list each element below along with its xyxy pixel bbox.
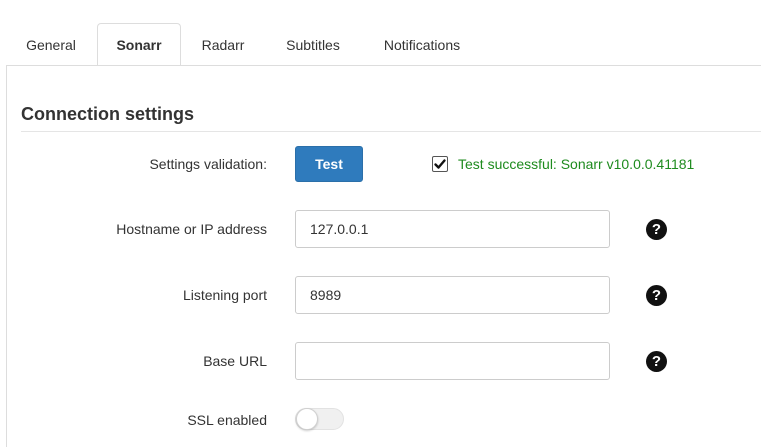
port-input[interactable] (295, 276, 610, 314)
port-label: Listening port (182, 287, 267, 303)
question-circle-icon[interactable]: ? (646, 285, 667, 306)
settings-validation-label: Settings validation: (149, 156, 267, 172)
tab-sonarr[interactable]: Sonarr (97, 23, 181, 66)
question-circle-icon[interactable]: ? (646, 351, 667, 372)
tab-notifications[interactable]: Notifications (370, 24, 474, 65)
tabs-divider (6, 65, 761, 66)
test-button[interactable]: Test (295, 146, 363, 182)
hostname-label: Hostname or IP address (116, 221, 267, 237)
section-divider (21, 131, 761, 132)
hostname-input[interactable] (295, 210, 610, 248)
validation-checkbox (432, 156, 448, 172)
base-url-label: Base URL (203, 353, 267, 369)
ssl-toggle[interactable] (295, 408, 344, 430)
section-title: Connection settings (21, 104, 195, 124)
validation-status: Test successful: Sonarr v10.0.0.41181 (458, 156, 695, 172)
ssl-label: SSL enabled (187, 412, 267, 428)
question-circle-icon[interactable]: ? (646, 219, 667, 240)
toggle-knob (296, 408, 318, 430)
settings-tabs: General Sonarr Radarr Subtitles Notifica… (0, 0, 761, 66)
tab-general[interactable]: General (14, 24, 88, 65)
base-url-input[interactable] (295, 342, 610, 380)
tab-radarr[interactable]: Radarr (190, 24, 256, 65)
panel-border (6, 66, 7, 447)
checkmark-icon (434, 159, 446, 169)
tab-subtitles[interactable]: Subtitles (274, 24, 352, 65)
